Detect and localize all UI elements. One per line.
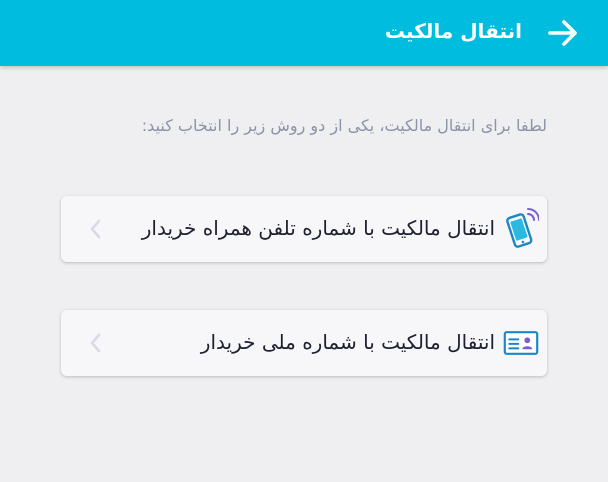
page-title: انتقال مالکیت [384,19,522,43]
option-transfer-by-national-id[interactable]: انتقال مالکیت با شماره ملی خریدار [61,310,547,376]
app-header: انتقال مالکیت [0,0,608,66]
instruction-text: لطفا برای انتقال مالکیت، یکی از دو روش ز… [141,116,547,135]
chevron-left-icon [83,216,107,242]
id-card-icon [503,320,539,366]
mobile-phone-icon [503,206,539,252]
option-transfer-by-phone[interactable]: انتقال مالکیت با شماره تلفن همراه خریدار [61,196,547,262]
chevron-left-icon [83,330,107,356]
back-button[interactable] [544,14,582,52]
arrow-right-icon [548,20,577,46]
option-label: انتقال مالکیت با شماره ملی خریدار [200,330,495,354]
option-label: انتقال مالکیت با شماره تلفن همراه خریدار [141,216,495,240]
